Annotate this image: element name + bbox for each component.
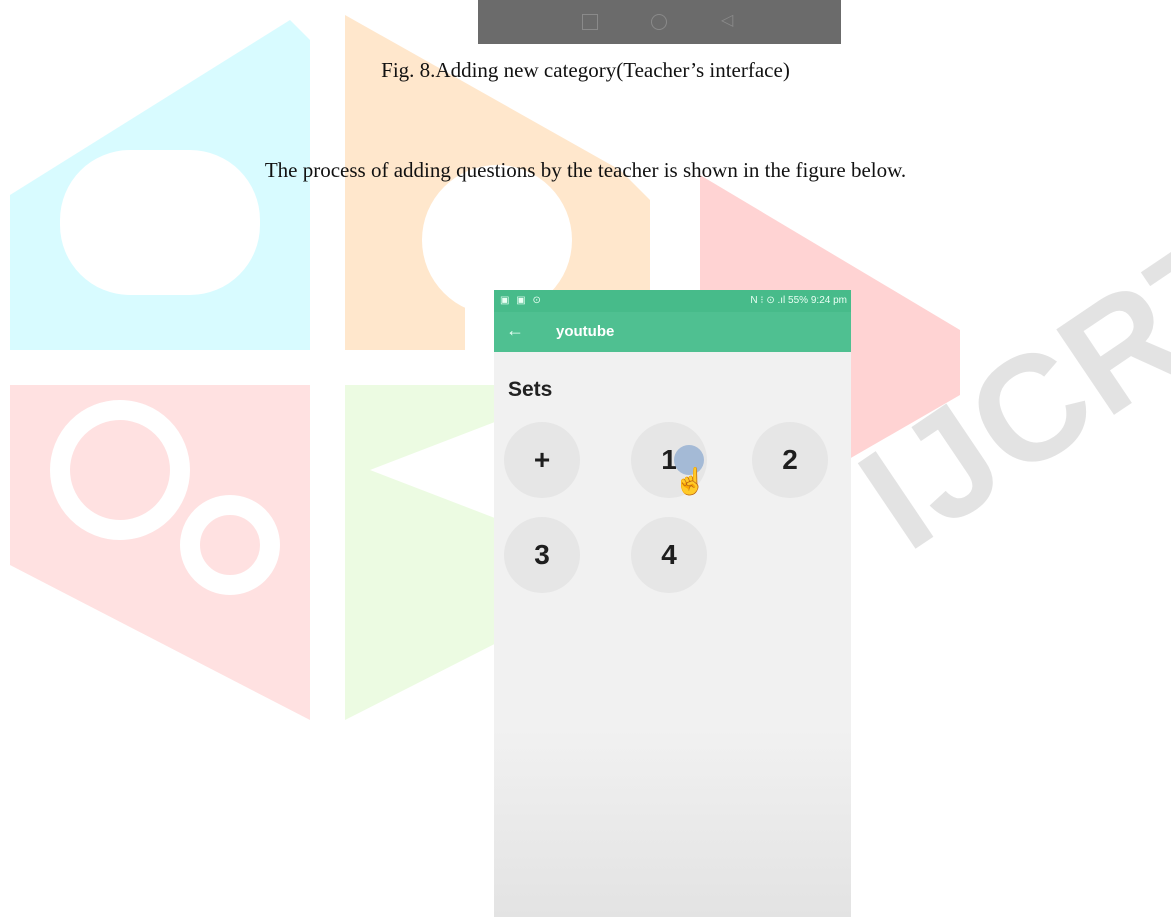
set-button-2[interactable]: 2: [752, 422, 828, 498]
back-icon: ◁: [721, 12, 734, 29]
recent-apps-icon: [582, 14, 598, 30]
set-button-3[interactable]: 3: [504, 517, 580, 593]
hand-pointer-icon: ☝: [674, 466, 707, 496]
status-indicators: N ⁝ ⊙ .ıl 55% 9:24 pm: [750, 295, 847, 306]
home-icon: [651, 14, 667, 30]
previous-screenshot-navbar: ◁: [478, 0, 841, 44]
sets-heading: Sets: [508, 378, 553, 401]
phone-screenshot: ▣ ▣ ⊙ N ⁝ ⊙ .ıl 55% 9:24 pm ← youtube Se…: [494, 290, 851, 917]
status-bar: ▣ ▣ ⊙ N ⁝ ⊙ .ıl 55% 9:24 pm: [494, 290, 851, 312]
toolbar-title: youtube: [556, 323, 615, 340]
app-toolbar: ← youtube: [494, 312, 851, 352]
status-notification-icons: ▣ ▣ ⊙: [500, 295, 543, 306]
set-button-4[interactable]: 4: [631, 517, 707, 593]
add-set-button[interactable]: +: [504, 422, 580, 498]
figure-caption: Fig. 8.Adding new category(Teacher’s int…: [381, 58, 790, 82]
back-arrow-icon[interactable]: ←: [506, 320, 524, 341]
body-paragraph: The process of adding questions by the t…: [264, 158, 907, 182]
